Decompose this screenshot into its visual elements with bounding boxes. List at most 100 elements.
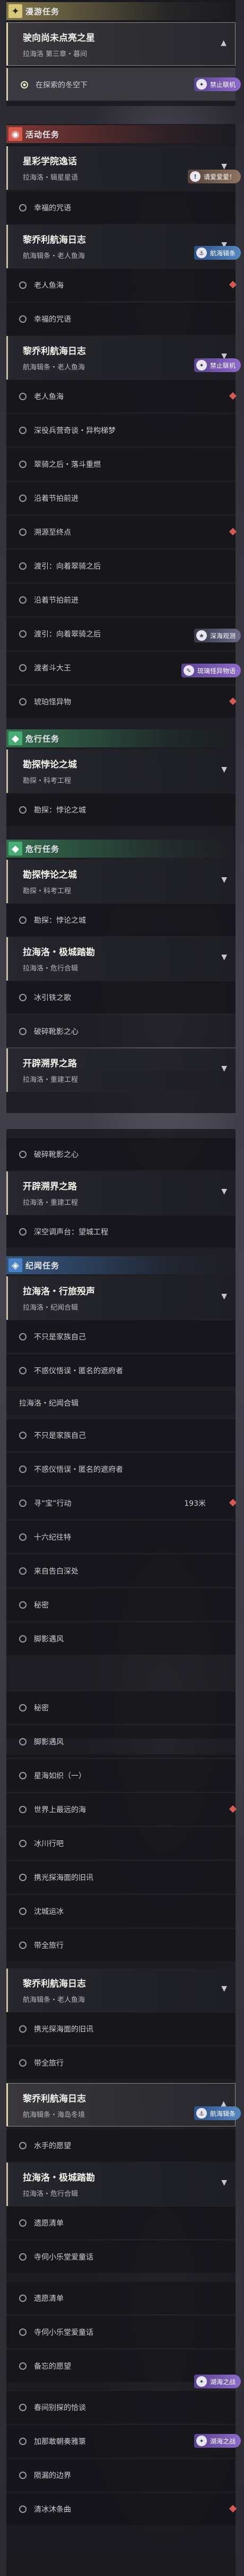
quest-item[interactable]: 驶向尚未点亮之星 拉海洛 第三章・暮间 ▲ [6,22,236,66]
quest-step[interactable]: 遗愿清单 [6,2206,236,2239]
chevron-down-icon: ▼ [221,765,227,774]
quest-step[interactable]: 破碎靴影之心 [6,1137,236,1170]
quest-item[interactable]: 黎乔利航海日志 航海辑条・老人鱼海 ▼ [6,1969,236,2012]
quest-step[interactable]: 寺伺小乐堂爱童话 [6,2315,236,2348]
quest-step[interactable]: 寻“宝”行动 193米 [6,1486,236,1519]
step-label: 老人鱼海 [34,281,64,290]
quest-title: 开辟溯界之路 [23,1181,77,1192]
person-icon: ✦ [196,2436,207,2446]
quest-step[interactable]: 深役兵营奇谈・异构梯梦 [6,413,236,446]
quest-step[interactable]: 携光探海面的旧讯 [6,2012,236,2045]
quest-step[interactable]: 沿着节拍前进 [6,481,236,514]
quest-step[interactable]: 沈城运冰 [6,1894,236,1927]
quest-step[interactable]: 十六纪往特 [6,1520,236,1553]
quest-step[interactable]: 寺伺小乐堂爱童话 [6,2240,236,2273]
quest-step[interactable]: 不只是家族自己 [6,1418,236,1451]
badge-label: 航海辑条 [210,249,236,257]
chevron-down-icon: ▼ [221,2178,227,2187]
section-header-daily[interactable]: ◆ 危行任务 [6,840,236,858]
quest-step[interactable]: 翠骑之后・落斗重燃 [6,447,236,480]
step-label: 在探索的冬空下 [36,81,88,90]
section-header-event[interactable]: ◉ 活动任务 [6,125,236,143]
quest-title: 黎乔利航海日志 [23,1979,86,1989]
quest-step[interactable]: 秘密 [6,1588,236,1621]
step-bullet-icon [19,1366,27,1374]
step-bullet-icon [19,2294,27,2302]
quest-step[interactable]: 秘密 [6,1691,236,1724]
sub-group-label: 拉海洛・纪闻合辑 [6,1391,236,1415]
section-header-main[interactable]: ✦ 漫游任务 [6,2,236,20]
step-bullet-icon [19,562,27,570]
quest-item[interactable]: 拉海洛・行旅殁声 拉海洛・纪闻合辑 ▼ [6,1276,236,1320]
quest-item[interactable]: 开辟溯界之路 拉海洛・重建工程 ▼ [6,1048,236,1092]
quest-step[interactable]: 勘探：悖论之城 [6,793,236,826]
quest-item[interactable]: 勘探悖论之城 勘探・科考工程 ▼ [6,749,236,793]
quest-step[interactable]: 不惑仪悟误・匿名的遮府者 [6,1452,236,1485]
quest-item[interactable]: 勘探悖论之城 勘探・科考工程 ▼ [6,860,236,903]
quest-step[interactable]: 陨漏的边界 [6,2458,236,2491]
step-bullet-icon [19,1567,27,1575]
quest-step[interactable]: 世界上最远的海 [6,1793,236,1825]
step-bullet-icon [19,494,27,502]
quest-step[interactable]: 琥珀怪异物 [6,685,236,718]
quest-item[interactable]: 拉海洛・极城踏勘 拉海洛・危行合辑 ▼ [6,937,236,981]
quest-step[interactable]: 带全旅行 [6,2046,236,2079]
badge-label: 深海观测 [210,632,236,640]
quest-subtitle: 拉海洛 第三章・暮间 [23,50,88,58]
step-label: 遗愿清单 [34,2219,64,2228]
step-label: 深空调声台：望城工程 [34,1228,108,1237]
step-bullet-icon [19,916,27,924]
step-bullet-icon [19,1805,27,1813]
quest-step[interactable]: 老人鱼海 [6,268,236,301]
quest-step[interactable]: 携光探海面的旧讯 [6,1860,236,1893]
step-label: 渡引：向着翠骑之后 [34,630,101,639]
quest-step[interactable]: 幸福的咒语 [6,302,236,335]
quest-step[interactable]: 不只是家族自己 [6,1320,236,1353]
quest-subtitle: 拉海洛・重建工程 [23,1199,79,1207]
section-header-daily[interactable]: ◆ 危行任务 [6,729,236,747]
quest-step[interactable]: 冰川行吧 [6,1827,236,1859]
quest-step[interactable]: 带全旅行 [6,1928,236,1961]
step-bullet-icon [21,81,28,89]
step-label: 琥珀怪异物 [34,698,71,707]
quest-step[interactable]: 水手的愿望 [6,2129,236,2162]
person-icon: ✦ [196,2376,207,2387]
step-bullet-icon [19,528,27,536]
quest-item[interactable]: 开辟溯界之路 拉海洛・重建工程 ▼ [6,1171,236,1215]
step-bullet-icon [19,698,27,705]
section-header-discovery[interactable]: ◈ 纪闻任务 [6,1256,236,1274]
quest-step[interactable]: 来自告白深处 [6,1554,236,1587]
quest-step[interactable]: 脚影遇风 [6,1725,236,1758]
step-label: 来自告白深处 [34,1567,79,1576]
quest-step[interactable]: 勘探：悖论之城 [6,903,236,936]
quest-item[interactable]: 拉海洛・极城踏勘 拉海洛・危行合辑 ▼ [6,2163,236,2206]
book-icon: ✎ [183,665,194,676]
step-label: 不只是家族自己 [34,1431,86,1440]
badge-label: 琉璃怪异物语 [197,667,236,675]
quest-step[interactable]: 不惑仪悟误・匿名的遮府者 [6,1354,236,1387]
step-label: 老人鱼海 [34,392,64,401]
step-label: 沿着节拍前进 [34,596,79,605]
step-bullet-icon [19,2253,27,2261]
quest-step[interactable]: 破碎靴影之心 [6,1014,236,1047]
quest-step[interactable]: 星海如织（一） [6,1759,236,1792]
step-label: 渡引：向着翠骑之后 [34,562,101,571]
quest-step[interactable]: 春间别探的恰谈 [6,2390,236,2423]
quest-title: 黎乔利航海日志 [23,2094,86,2104]
quest-step[interactable]: 幸福的咒语 [6,191,236,224]
step-bullet-icon [19,281,27,289]
step-label: 带全旅行 [34,1941,64,1950]
quest-step[interactable]: 老人鱼海 [6,380,236,412]
section-label: 危行任务 [25,734,60,744]
quest-step[interactable]: 清冰沐条曲 [6,2492,236,2525]
quest-step[interactable]: 深空调声台：望城工程 [6,1215,236,1248]
quest-step[interactable]: 溯源至终点 [6,515,236,548]
chevron-down-icon: ▼ [221,1064,227,1073]
step-label: 勘探：悖论之城 [34,916,86,925]
quest-item[interactable]: 黎乔利航海日志 航海辑条・老人鱼海 ▼ [6,336,236,380]
quest-step[interactable]: 脚影遇风 [6,1622,236,1655]
quest-step[interactable]: 遗愿清单 [6,2281,236,2314]
quest-step[interactable]: 沿着节拍前进 [6,583,236,616]
quest-step[interactable]: 渡引：向着翠骑之后 [6,549,236,582]
quest-step[interactable]: 冰引铁之歌 [6,981,236,1013]
